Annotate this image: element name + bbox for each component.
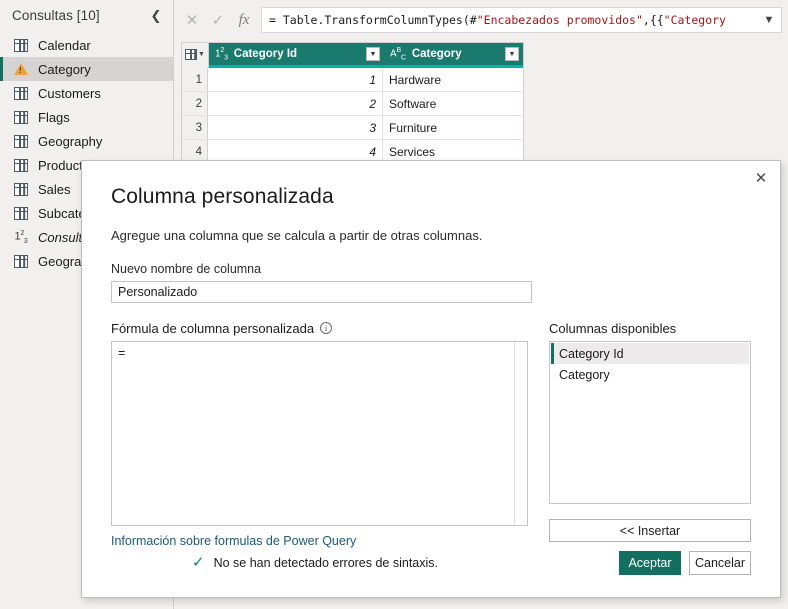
warning-icon bbox=[12, 61, 30, 77]
sidebar-item-geography[interactable]: Geography bbox=[0, 129, 173, 153]
sidebar-item-label: Geography bbox=[38, 133, 103, 149]
table-icon bbox=[12, 181, 30, 197]
cancel-button[interactable]: Cancelar bbox=[689, 551, 751, 575]
type-text-icon: ABC bbox=[390, 46, 406, 62]
cell-category-id[interactable]: 2 bbox=[208, 92, 383, 115]
sidebar-item-flags[interactable]: Flags bbox=[0, 105, 173, 129]
row-number: 2 bbox=[182, 92, 208, 115]
check-icon: ✓ bbox=[192, 554, 205, 571]
custom-column-dialog: ✕ Columna personalizada Agregue una colu… bbox=[81, 160, 781, 598]
available-column-label: Category Id bbox=[559, 346, 624, 361]
dialog-footer: ✓ No se han detectado errores de sintaxi… bbox=[82, 533, 780, 597]
available-column-label: Category bbox=[559, 367, 610, 382]
sidebar-item-label: Calendar bbox=[38, 37, 91, 53]
cell-category-id[interactable]: 1 bbox=[208, 68, 383, 91]
table-icon bbox=[12, 205, 30, 221]
table-icon bbox=[12, 253, 30, 269]
formula-bar: ✕ ✓ fx = Table.TransformColumnTypes(#"En… bbox=[175, 0, 788, 40]
info-icon[interactable]: i bbox=[320, 322, 333, 334]
accept-button[interactable]: Aceptar bbox=[619, 551, 681, 575]
available-columns-section: Columnas disponibles Category Id Categor… bbox=[549, 320, 751, 548]
fx-icon[interactable]: fx bbox=[231, 7, 257, 33]
formula-input-wrapper[interactable]: = Table.TransformColumnTypes(#"Encabezad… bbox=[261, 7, 782, 33]
new-column-name-label: Nuevo nombre de columna bbox=[111, 262, 262, 276]
dialog-actions: Aceptar Cancelar bbox=[619, 551, 751, 575]
cell-category[interactable]: Furniture bbox=[383, 116, 523, 139]
formula-prefix: = Table.TransformColumnTypes(# bbox=[269, 13, 477, 27]
close-icon[interactable]: ✕ bbox=[748, 166, 774, 190]
power-query-editor: Consultas [10] ❮ Calendar Category Custo… bbox=[0, 0, 788, 609]
sidebar-item-label: Customers bbox=[38, 85, 101, 101]
grid-column-label: Category bbox=[411, 48, 462, 60]
sidebar-item-label: Flags bbox=[38, 109, 70, 125]
table-icon bbox=[12, 133, 30, 149]
table-row[interactable]: 1 1 Hardware bbox=[182, 68, 523, 91]
sidebar-header: Consultas [10] ❮ bbox=[0, 0, 173, 31]
filter-dropdown-icon[interactable]: ▼ bbox=[366, 47, 380, 61]
available-columns-list[interactable]: Category Id Category bbox=[549, 341, 751, 504]
list-item[interactable]: Category Id bbox=[551, 343, 749, 364]
type-number-icon: 123 bbox=[215, 46, 228, 62]
grid-column-label: Category Id bbox=[233, 48, 298, 60]
custom-formula-label: Fórmula de columna personalizada bbox=[111, 320, 315, 336]
row-number: 1 bbox=[182, 68, 208, 91]
available-columns-label-row: Columnas disponibles bbox=[549, 320, 751, 336]
formula-arg: "Encabezados promovidos" bbox=[476, 13, 643, 27]
formula-string: "Category bbox=[663, 13, 726, 27]
table-icon bbox=[12, 85, 30, 101]
dialog-body: Columna personalizada Agregue una column… bbox=[82, 161, 780, 548]
table-row[interactable]: 2 2 Software bbox=[182, 91, 523, 115]
sidebar-item-category[interactable]: Category bbox=[0, 57, 173, 81]
custom-formula-input[interactable] bbox=[112, 342, 514, 525]
formula-input[interactable]: = Table.TransformColumnTypes(#"Encabezad… bbox=[262, 13, 757, 27]
dialog-title: Columna personalizada bbox=[111, 185, 334, 208]
sidebar-title: Consultas [10] bbox=[12, 8, 100, 23]
row-number: 3 bbox=[182, 116, 208, 139]
sidebar-item-label: Category bbox=[38, 61, 91, 77]
cell-category-id[interactable]: 3 bbox=[208, 116, 383, 139]
table-row[interactable]: 3 3 Furniture bbox=[182, 115, 523, 139]
sidebar-item-calendar[interactable]: Calendar bbox=[0, 33, 173, 57]
status-badge: No se han detectado errores de sintaxis. bbox=[213, 555, 439, 570]
sidebar-item-customers[interactable]: Customers bbox=[0, 81, 173, 105]
cell-category[interactable]: Software bbox=[383, 92, 523, 115]
chevron-left-icon[interactable]: ❮ bbox=[147, 7, 165, 25]
number-icon: 123 bbox=[14, 229, 28, 245]
sidebar-item-label: Sales bbox=[38, 181, 71, 197]
formula-scrollbar[interactable] bbox=[514, 342, 527, 525]
available-columns-label: Columnas disponibles bbox=[549, 320, 677, 336]
select-all-table-icon[interactable]: ▼ bbox=[182, 43, 209, 65]
grid-header-row: ▼ 123 Category Id ▼ ABC Category ▼ bbox=[182, 43, 523, 65]
grid-column-header-category[interactable]: ABC Category ▼ bbox=[384, 43, 523, 65]
list-item[interactable]: Category bbox=[551, 364, 749, 385]
custom-formula-box[interactable] bbox=[111, 341, 528, 526]
cell-category[interactable]: Hardware bbox=[383, 68, 523, 91]
table-icon bbox=[12, 37, 30, 53]
dialog-columns: Fórmula de columna personalizada i Infor… bbox=[111, 320, 751, 548]
formula-mid: ,{{ bbox=[642, 13, 664, 27]
dialog-subtitle: Agregue una columna que se calcula a par… bbox=[111, 228, 483, 243]
formula-section: Fórmula de columna personalizada i Infor… bbox=[111, 320, 528, 548]
syntax-status: ✓ No se han detectado errores de sintaxi… bbox=[192, 555, 438, 570]
grid-column-header-category-id[interactable]: 123 Category Id ▼ bbox=[209, 43, 384, 65]
custom-formula-label-row: Fórmula de columna personalizada i bbox=[111, 320, 528, 336]
filter-dropdown-icon[interactable]: ▼ bbox=[505, 47, 519, 61]
close-icon[interactable]: ✕ bbox=[179, 7, 205, 33]
table-icon bbox=[12, 157, 30, 173]
table-icon bbox=[12, 109, 30, 125]
chevron-down-icon[interactable]: ▼ bbox=[757, 8, 781, 32]
data-grid: ▼ 123 Category Id ▼ ABC Category ▼ 1 1 H… bbox=[181, 42, 524, 164]
grid-body: 1 1 Hardware 2 2 Software 3 3 Furniture … bbox=[182, 68, 523, 163]
check-icon[interactable]: ✓ bbox=[205, 7, 231, 33]
new-column-name-input[interactable] bbox=[111, 281, 532, 303]
